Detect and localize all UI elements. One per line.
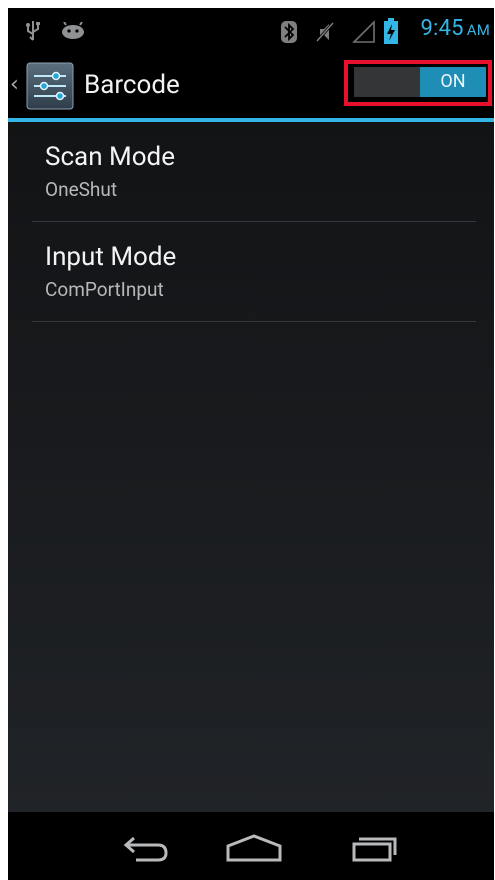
page-title: Barcode [84,70,180,100]
pref-title: Scan Mode [45,142,175,172]
mute-icon [315,22,335,42]
pref-input-mode[interactable]: Input Mode ComPortInput [32,222,476,322]
status-time: 9:45 AM [420,16,490,41]
pref-scan-mode[interactable]: Scan Mode OneShut [32,122,476,222]
bluetooth-icon [281,21,297,43]
action-bar: ‹ Barcode ON [8,54,494,118]
usb-icon [26,21,40,41]
android-screen: 9:45 AM ‹ Barcode ON Scan Mode OneShut I… [8,8,494,880]
pref-summary: OneShut [45,178,118,201]
android-debug-icon [62,22,84,39]
settings-sliders-icon[interactable] [26,62,74,110]
up-navigation-chevron-icon[interactable]: ‹ [10,74,19,96]
back-icon[interactable] [98,812,198,880]
signal-icon [352,20,375,43]
battery-charging-icon [384,18,398,44]
status-bar: 9:45 AM [8,8,494,54]
navigation-bar [8,812,494,880]
pref-title: Input Mode [45,242,177,272]
pref-summary: ComPortInput [45,278,164,301]
recent-apps-icon[interactable] [324,812,424,880]
home-icon[interactable] [204,812,304,880]
annotation-highlight-box [344,60,492,106]
preferences-list: Scan Mode OneShut Input Mode ComPortInpu… [8,122,494,812]
